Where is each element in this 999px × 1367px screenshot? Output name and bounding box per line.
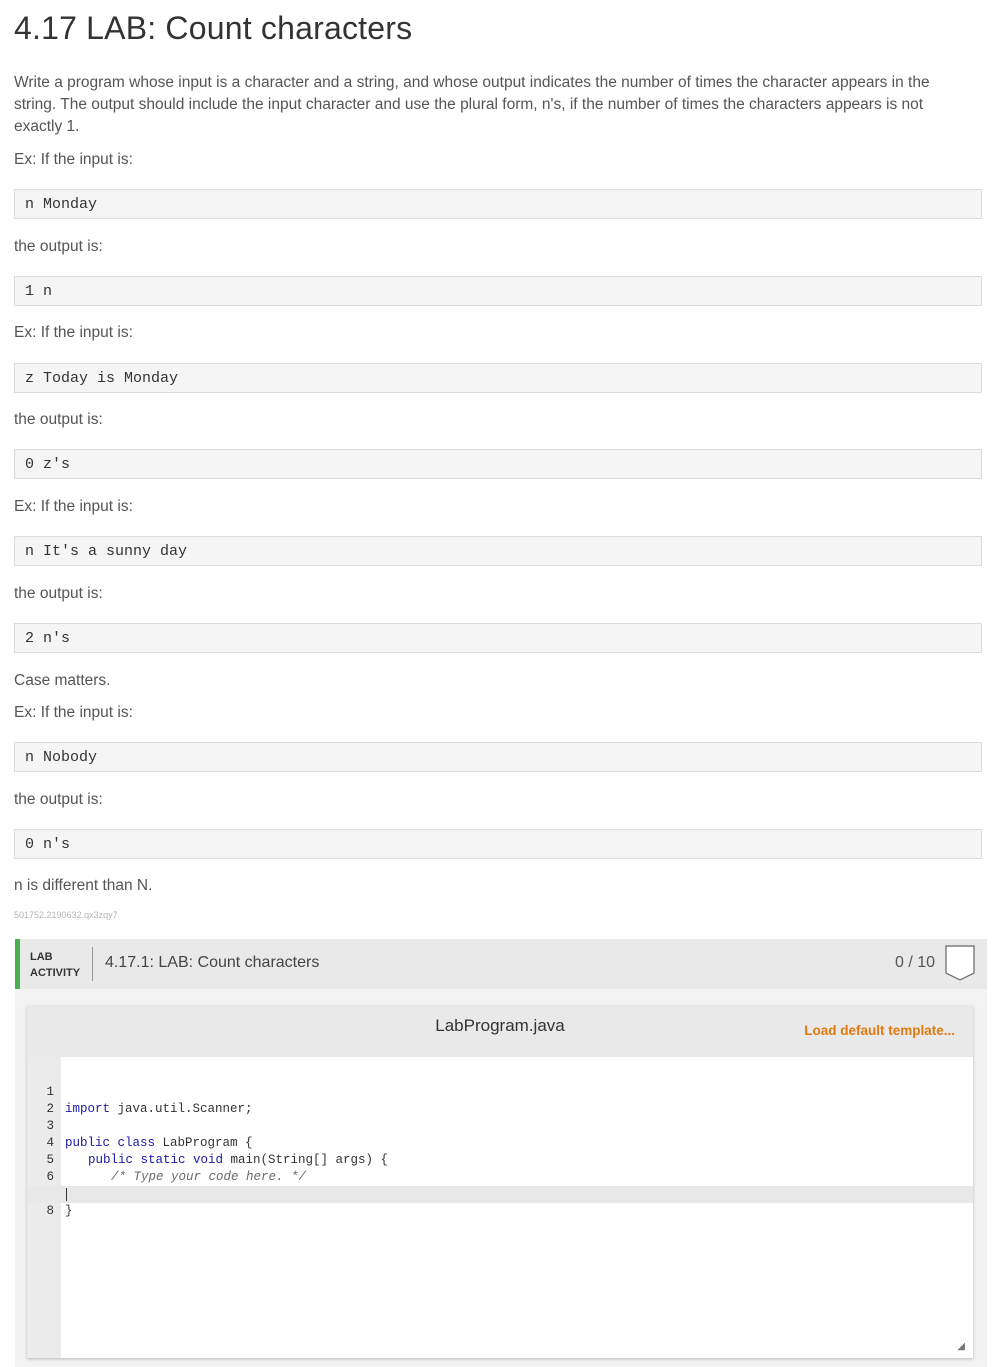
lab-activity-header: LAB ACTIVITY 4.17.1: LAB: Count characte… [15, 939, 987, 989]
code-line[interactable]: 6 } [27, 1152, 973, 1201]
code-line[interactable]: 4 public static void main(String[] args)… [27, 1118, 973, 1167]
resize-handle-icon[interactable]: ◢ [957, 1341, 965, 1352]
code-line[interactable]: 7 } [27, 1169, 973, 1218]
example-input-label: Ex: If the input is: [14, 151, 133, 168]
example-input-block: z Today is Monday [14, 363, 982, 393]
example-output-block: 2 n's [14, 623, 982, 653]
code-editor-panel: LabProgram.java Load default template...… [27, 1006, 973, 1358]
example-output-block: 1 n [14, 276, 982, 306]
example-input-block: n Nobody [14, 742, 982, 772]
activity-id: 501752.2190632.qx3zqy7 [14, 910, 118, 920]
example-output-label: the output is: [14, 585, 103, 602]
text-cursor [66, 1188, 67, 1201]
example-output-block: 0 z's [14, 449, 982, 479]
example-input-block: n It's a sunny day [14, 536, 982, 566]
page-title: 4.17 LAB: Count characters [14, 10, 413, 46]
load-default-template-link[interactable]: Load default template... [804, 1023, 955, 1038]
case-note: Case matters. [14, 672, 111, 689]
example-input-label: Ex: If the input is: [14, 324, 133, 341]
code-line[interactable]: 5 /* Type your code here. */ [27, 1135, 973, 1184]
lab-tag-line2: ACTIVITY [30, 967, 81, 979]
example-output-label: the output is: [14, 238, 103, 255]
problem-description: Write a program whose input is a charact… [14, 74, 930, 135]
lab-activity-tag: LAB ACTIVITY [30, 949, 80, 981]
example-input-block: n Monday [14, 189, 982, 219]
lab-tag-line1: LAB [30, 951, 53, 963]
code-line[interactable]: 3 public class LabProgram { [27, 1101, 973, 1150]
example-input-label: Ex: If the input is: [14, 704, 133, 721]
case-difference-note: n is different than N. [14, 877, 153, 894]
line-number: 8 [46, 1204, 54, 1218]
code-line-active[interactable]: 8 [27, 1186, 973, 1218]
code-line[interactable]: 1 import java.util.Scanner; [27, 1067, 973, 1116]
lab-score: 0 / 10 [894, 954, 935, 971]
lab-activity-name: 4.17.1: LAB: Count characters [105, 954, 320, 971]
header-divider [92, 947, 93, 981]
code-line[interactable]: 2 [27, 1084, 973, 1116]
code-editor[interactable]: 1 import java.util.Scanner; 2 3 public c… [27, 1057, 973, 1358]
completion-badge-icon [945, 945, 975, 981]
example-output-block: 0 n's [14, 829, 982, 859]
example-input-label: Ex: If the input is: [14, 498, 133, 515]
example-output-label: the output is: [14, 791, 103, 808]
example-output-label: the output is: [14, 411, 103, 428]
